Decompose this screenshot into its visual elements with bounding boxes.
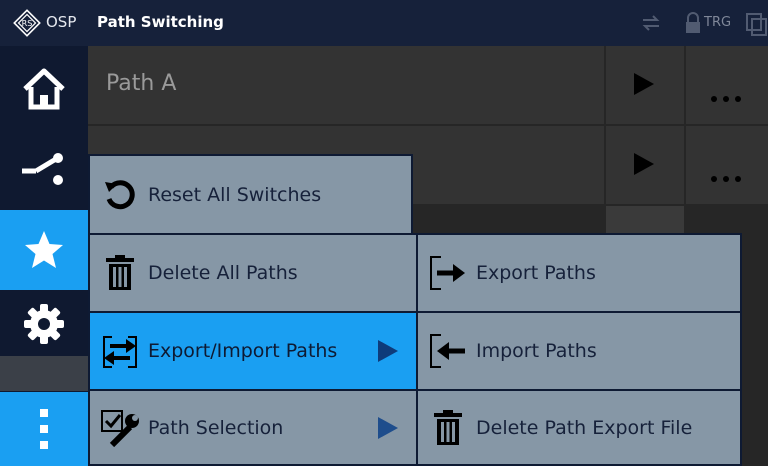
nav-settings-button[interactable] [0, 292, 88, 356]
trigger-label[interactable]: TRG [704, 15, 731, 30]
export-paths-item[interactable]: Export Paths [416, 233, 742, 313]
submenu-arrow-icon [378, 416, 398, 439]
delete-path-export-file-item[interactable]: Delete Path Export File [416, 389, 742, 466]
path-options-button[interactable] [684, 46, 768, 124]
more-horizontal-icon [711, 87, 747, 106]
more-horizontal-icon [711, 167, 747, 186]
run-path-button[interactable] [604, 126, 684, 204]
delete-all-paths-item[interactable]: Delete All Paths [88, 233, 418, 313]
path-selection-icon [98, 406, 142, 450]
menu-item-label: Import Paths [476, 340, 597, 362]
export-icon [426, 251, 470, 295]
title-bar: RS OSP Path Switching TRG [0, 0, 768, 46]
play-icon [634, 73, 654, 95]
svg-text:RS: RS [22, 19, 33, 28]
app-name: OSP [46, 13, 77, 31]
path-options-button[interactable] [684, 126, 768, 204]
more-vertical-icon [40, 409, 48, 449]
path-row[interactable]: Path A [88, 46, 768, 126]
menu-item-label: Delete All Paths [148, 262, 298, 284]
menu-item-label: Export Paths [476, 262, 596, 284]
nav-path-switch-button[interactable] [0, 130, 88, 208]
rohde-schwarz-logo: RS [13, 9, 41, 37]
left-nav [0, 46, 88, 466]
import-icon [426, 329, 470, 373]
trash-icon [98, 251, 142, 295]
play-icon [634, 153, 654, 175]
run-path-button[interactable] [604, 46, 684, 124]
lock-icon[interactable] [684, 12, 702, 34]
nav-more-button[interactable] [0, 392, 88, 466]
app-window: RS OSP Path Switching TRG Path A Reset A… [0, 0, 768, 466]
nav-home-button[interactable] [0, 50, 88, 128]
menu-item-label: Path Selection [148, 416, 284, 439]
path-switch-icon [22, 153, 63, 185]
page-title: Path Switching [97, 13, 224, 31]
submenu-arrow-icon [378, 340, 398, 362]
menu-item-label: Delete Path Export File [476, 416, 693, 439]
gear-icon [24, 304, 64, 344]
export-import-paths-item[interactable]: Export/Import Paths [88, 311, 418, 391]
menu-item-label: Export/Import Paths [148, 340, 338, 362]
import-paths-item[interactable]: Import Paths [416, 311, 742, 391]
path-selection-item[interactable]: Path Selection [88, 389, 418, 466]
menu-item-label: Reset All Switches [148, 183, 322, 206]
path-name: Path A [106, 71, 177, 96]
window-check-icon[interactable] [745, 12, 768, 36]
reset-icon [98, 173, 142, 217]
trash-icon [426, 406, 470, 450]
reset-all-switches-item[interactable]: Reset All Switches [88, 154, 413, 235]
sync-arrows-icon[interactable] [640, 12, 662, 34]
export-import-icon [98, 329, 142, 373]
home-icon [23, 68, 65, 110]
nav-favorites-button[interactable] [0, 210, 88, 290]
star-icon [25, 231, 63, 268]
nav-spacer [0, 356, 88, 391]
